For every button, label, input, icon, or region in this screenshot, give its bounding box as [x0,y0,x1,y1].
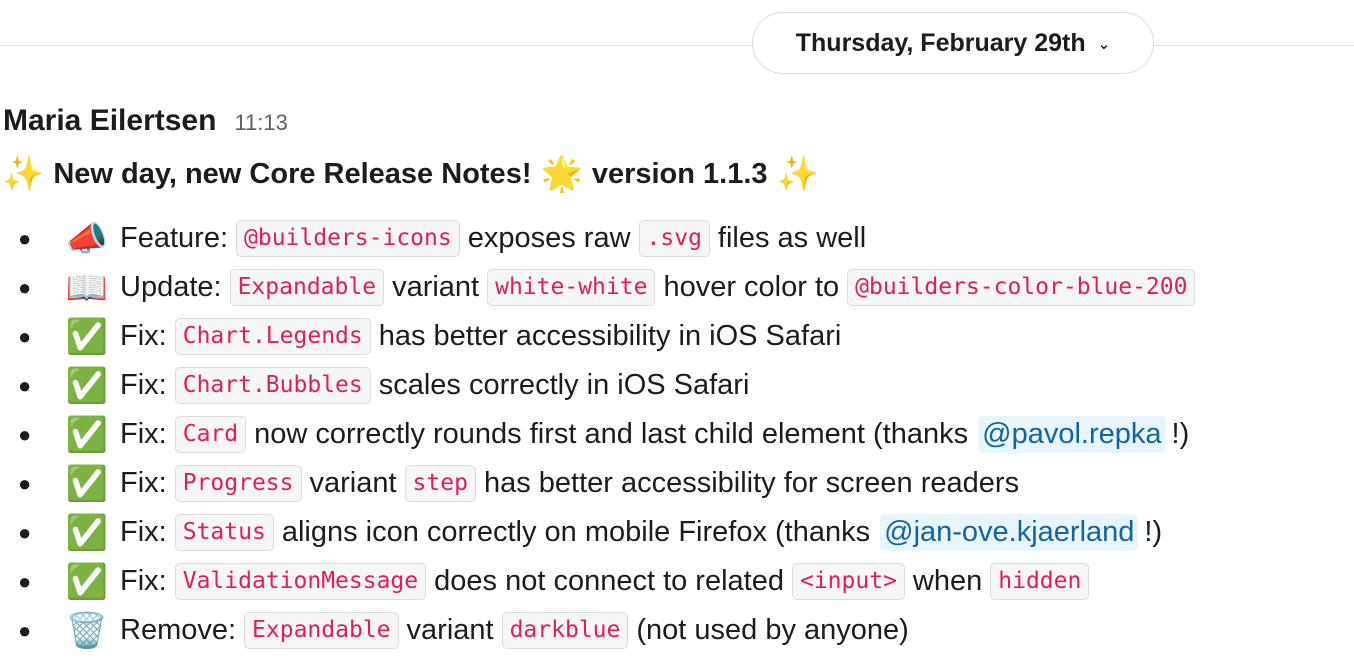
glowing-star-icon: 🌟 [540,155,583,193]
bullet-icon: ● [18,617,32,643]
sparkles-icon: ✨ [776,155,819,193]
note-text: has better accessibility for screen read… [483,467,1020,499]
user-mention[interactable]: @jan-ove.kjaerland [880,514,1139,551]
list-item: ● ✅ Fix: Status aligns icon correctly on mob… [0,508,1195,557]
check-mark-button-icon: ✅ [65,366,109,405]
headline-text: New day, new Core Release Notes! [53,157,532,190]
user-mention[interactable]: @pavol.repka [978,416,1166,453]
date-label: Thursday, February 29th [795,28,1086,57]
inline-code: Chart.Legends [174,317,371,356]
note-kind: Remove: [120,614,237,646]
inline-code: @builders-color-blue-200 [847,268,1196,307]
inline-code: Expandable [244,611,399,650]
note-text: variant [406,614,494,646]
note-text: scales correctly in iOS Safari [378,369,750,401]
bullet-icon: ● [18,421,32,447]
note-text: exposes raw [467,222,631,254]
check-mark-button-icon: ✅ [65,562,109,601]
note-kind: Update: [120,271,222,303]
check-mark-button-icon: ✅ [65,464,109,503]
bullet-icon: ● [18,323,32,349]
inline-code: .svg [638,219,710,258]
note-text: files as well [717,222,867,254]
note-text: now correctly rounds first and last chil… [254,418,969,450]
date-divider-button[interactable]: Thursday, February 29th ⌄ [752,12,1154,74]
release-notes-list: ● 📣 Feature: @builders-icons exposes raw .svg… [0,214,1196,655]
sparkles-icon: ✨ [2,155,45,193]
note-text: aligns icon correctly on mobile Firefox … [281,516,871,548]
note-kind: Fix: [120,467,167,499]
list-item: ● 🗑️ Remove: Expandable variant darkblue (not … [0,606,1195,655]
bullet-icon: ● [18,470,32,496]
open-book-icon: 📖 [65,268,109,307]
note-text: !) [1144,516,1163,548]
inline-code: <input> [791,562,905,601]
list-item: ● ✅ Fix: Chart.Bubbles scales correctly in i… [0,361,1195,410]
list-item: ● ✅ Fix: ValidationMessage does not connect … [0,557,1195,606]
inline-code: Expandable [229,268,385,307]
list-item: ● 📖 Update: Expandable variant white-white hov… [0,263,1196,312]
list-item: ● ✅ Fix: Progress variant step has better acce… [0,459,1195,508]
bullet-icon: ● [18,568,32,594]
bullet-icon: ● [18,225,32,251]
inline-code: white-white [487,268,656,307]
note-kind: Fix: [120,320,167,352]
check-mark-button-icon: ✅ [65,415,109,454]
inline-code: darkblue [501,611,629,650]
message-timestamp[interactable]: 11:13 [234,110,287,136]
note-text: has better accessibility in iOS Safari [378,320,842,352]
message-author[interactable]: Maria Eilertsen [3,104,216,138]
inline-code: ValidationMessage [174,562,427,601]
inline-code: step [404,464,476,503]
inline-code: Progress [174,464,302,503]
inline-code: @builders-icons [236,219,460,258]
bullet-icon: ● [18,274,32,300]
bullet-icon: ● [18,519,32,545]
inline-code: Status [174,513,274,552]
note-text: variant [309,467,397,499]
note-text: variant [392,271,480,303]
note-text: when [912,565,983,597]
note-kind: Feature: [120,222,228,254]
note-text: !) [1171,418,1190,450]
megaphone-icon: 📣 [65,219,109,258]
note-kind: Fix: [120,516,167,548]
message-header: Maria Eilertsen 11:13 [3,104,288,144]
list-item: ● ✅ Fix: Card now correctly rounds first and… [0,410,1195,459]
note-kind: Fix: [120,369,167,401]
note-text: hover color to [663,271,840,303]
note-text: does not connect to related [434,565,784,597]
check-mark-button-icon: ✅ [65,317,109,356]
list-item: ● 📣 Feature: @builders-icons exposes raw .svg… [0,214,1195,263]
bullet-icon: ● [18,372,32,398]
note-text: (not used by anyone) [636,614,909,646]
inline-code: Card [174,415,247,454]
check-mark-button-icon: ✅ [65,513,109,552]
chevron-down-icon: ⌄ [1097,36,1111,53]
wastebasket-icon: 🗑️ [65,611,109,650]
headline-version: version 1.1.3 [591,157,768,190]
inline-code: Chart.Bubbles [174,366,371,405]
inline-code: hidden [990,562,1090,601]
message-headline: ✨ New day, new Core Release Notes! 🌟 ver… [2,150,819,198]
note-kind: Fix: [120,565,167,597]
list-item: ● ✅ Fix: Chart.Legends has better accessibil… [0,312,1195,361]
note-kind: Fix: [120,418,167,450]
